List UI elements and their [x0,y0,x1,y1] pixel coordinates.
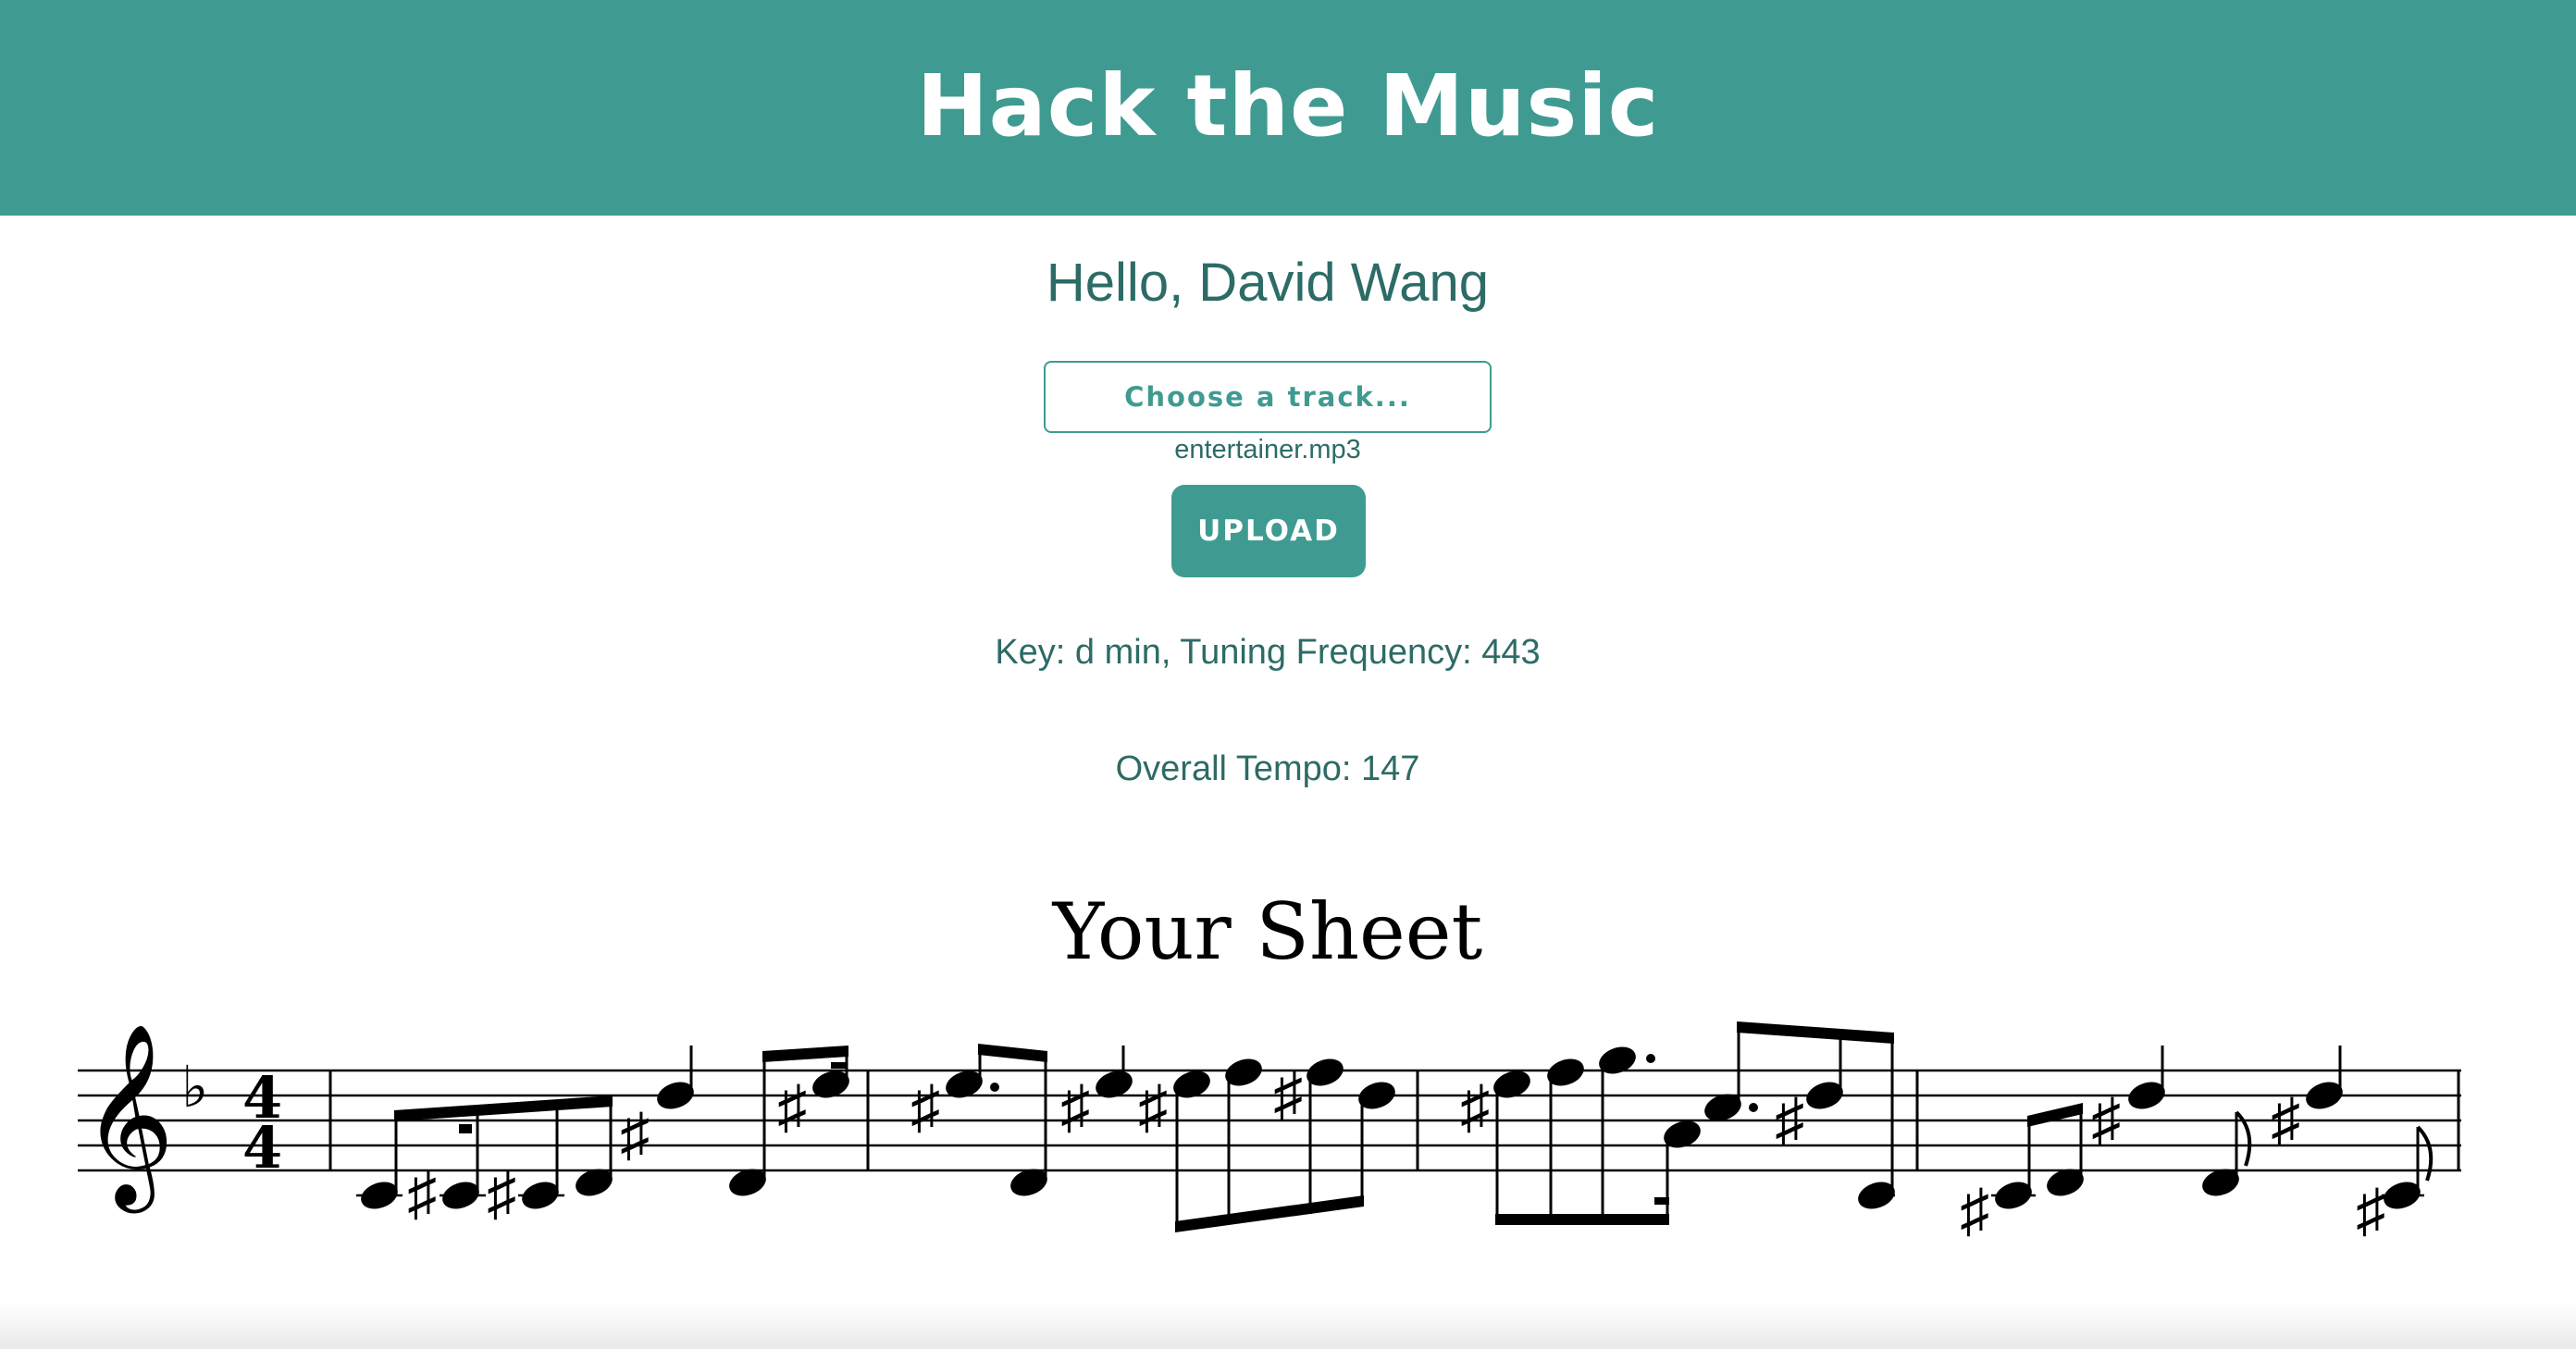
svg-text:♯: ♯ [1138,1073,1168,1140]
measure-1: ♯ ♯ ♯ ♯ [356,1046,849,1227]
sharp-sign: ♯ [407,1160,437,1227]
scroll-shadow [0,1303,2576,1349]
svg-text:♯: ♯ [1273,1060,1303,1127]
svg-text:♯: ♯ [2271,1086,2300,1153]
key-signature-flat: ♭ [181,1053,208,1120]
svg-text:♯: ♯ [777,1073,807,1140]
svg-text:♯: ♯ [620,1101,650,1168]
treble-clef-icon: 𝄞 [81,1022,174,1213]
svg-text:♯: ♯ [487,1160,516,1227]
svg-text:♯: ♯ [1775,1086,1804,1153]
svg-text:♯: ♯ [1060,1073,1090,1140]
sheet-music: 𝄞 ♭ 4 4 ♯ ♯ ♯ ♯ ♯ ♯ ♯ ♯ ♯ ♯ ♯ ♯ ♯ ♯ [78,1021,2461,1340]
svg-text:♯: ♯ [2356,1177,2385,1244]
svg-text:♯: ♯ [1960,1177,1989,1244]
svg-text:♯: ♯ [910,1073,940,1140]
measure-3: ♯ ♯ [1460,1021,1895,1225]
time-signature-bottom: 4 [242,1114,282,1182]
measure-2: ♯ ♯ ♯ ♯ [910,1044,1395,1232]
svg-text:♯: ♯ [1460,1073,1490,1140]
svg-text:♯: ♯ [2091,1086,2121,1153]
